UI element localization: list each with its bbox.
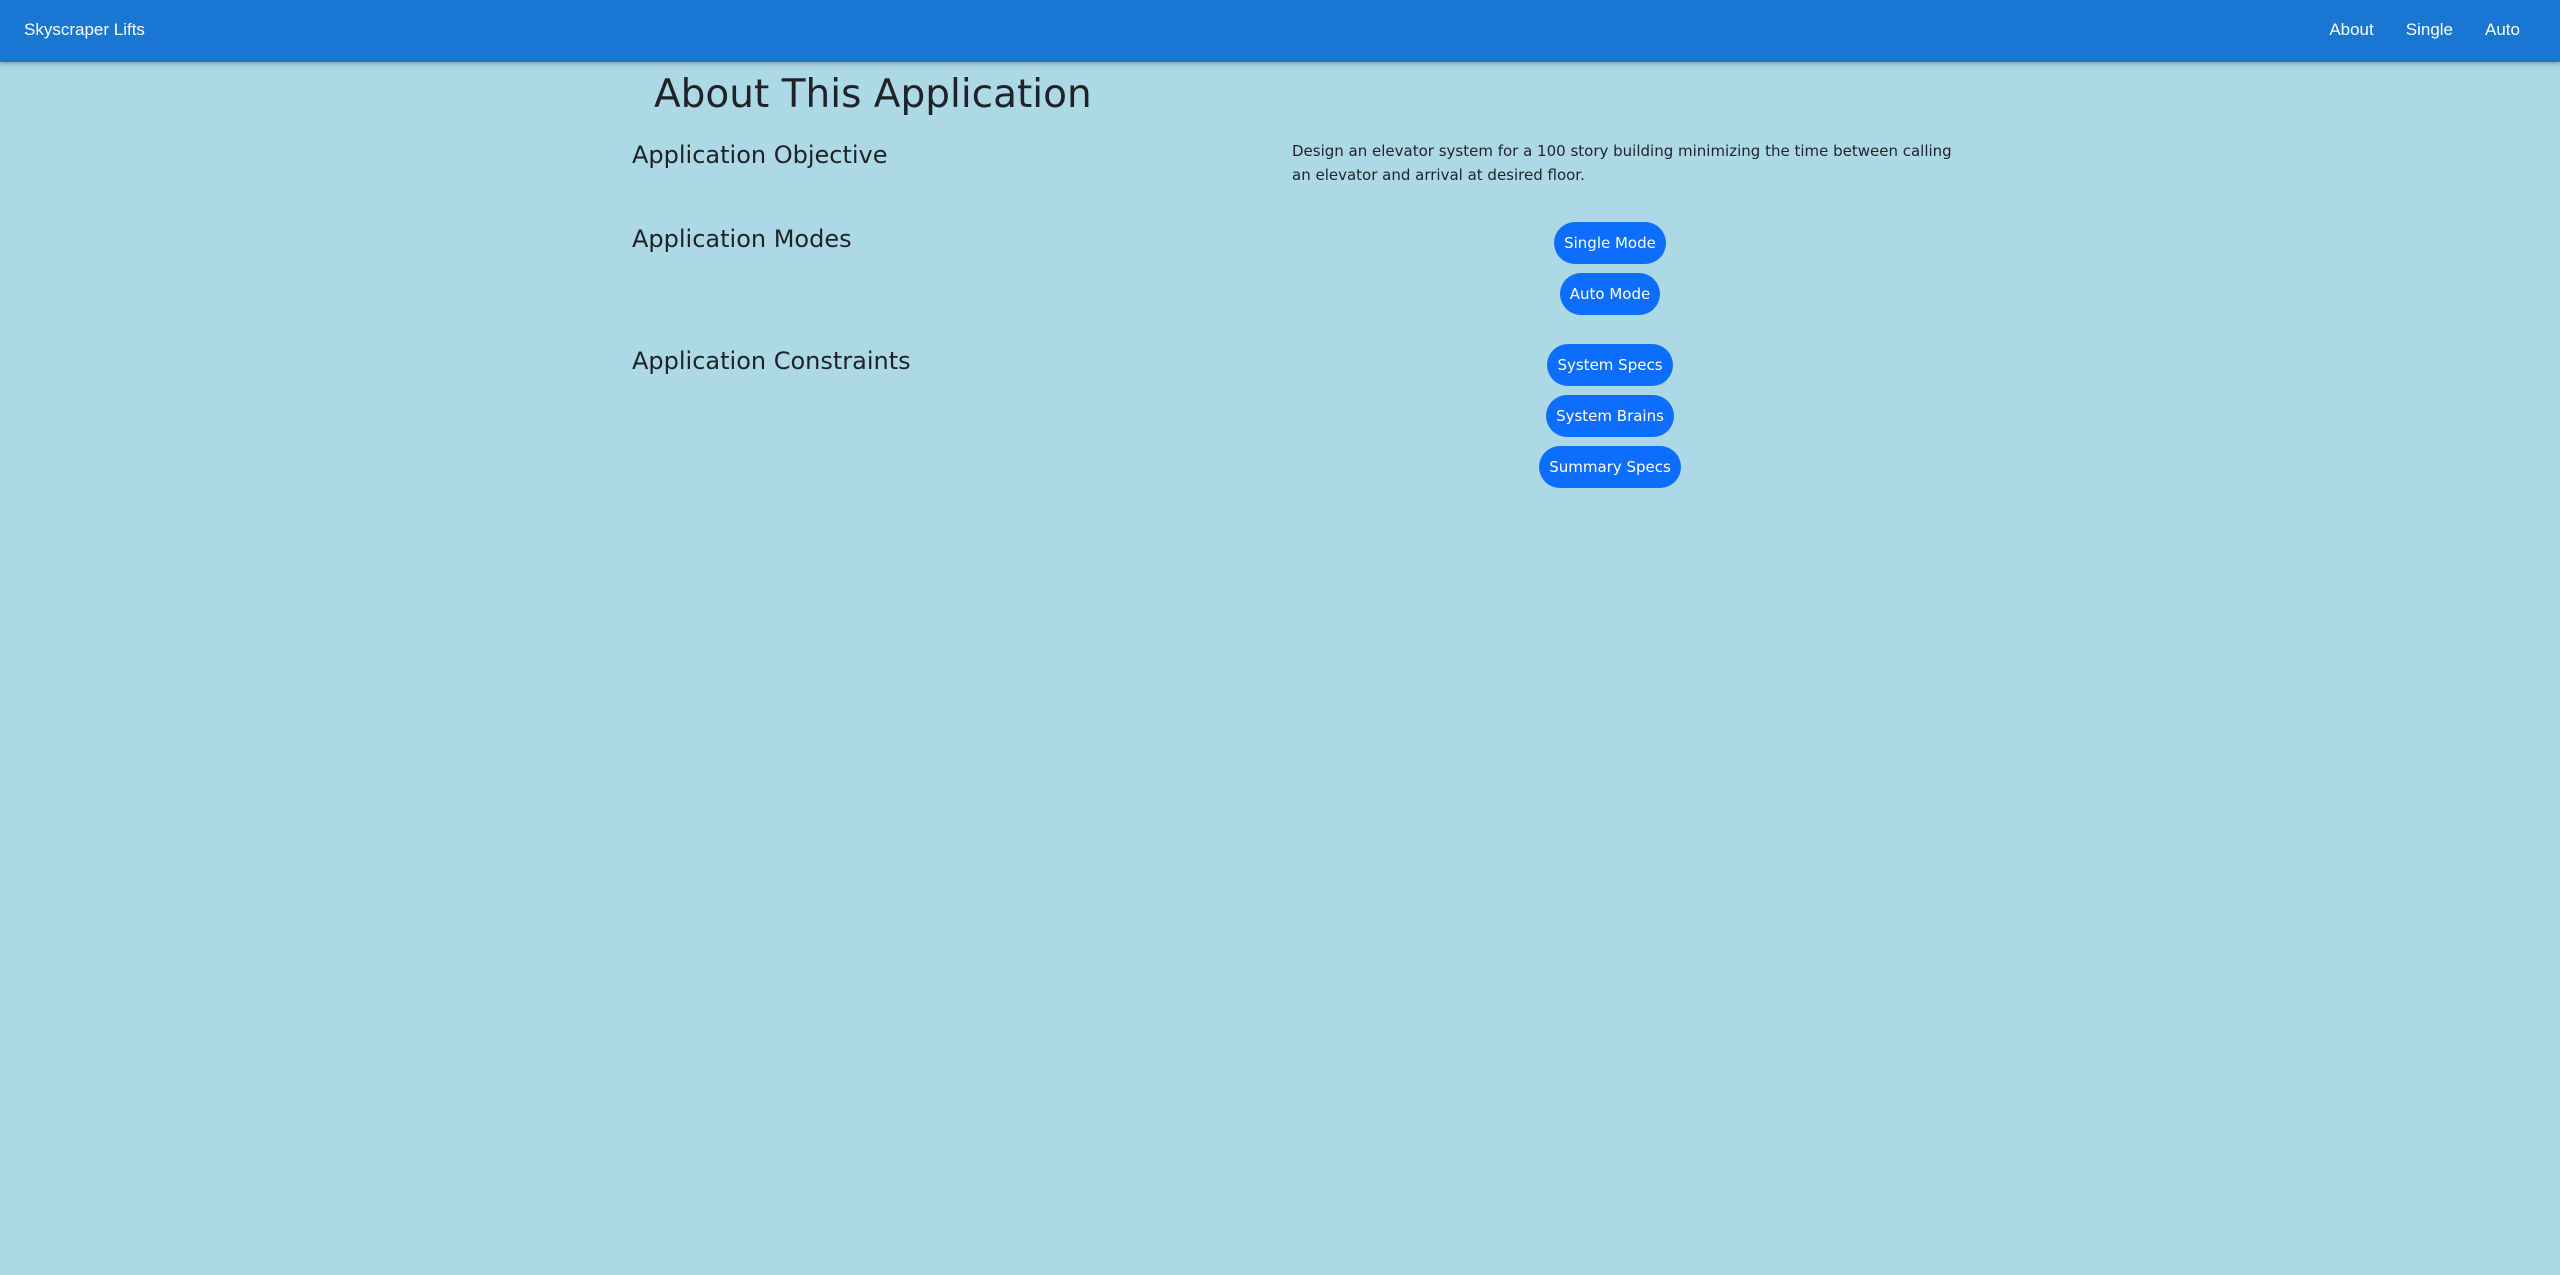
modes-heading: Application Modes: [632, 225, 852, 253]
top-navbar: Skyscraper Lifts About Single Auto: [0, 0, 2560, 62]
nav-link-single[interactable]: Single: [2406, 0, 2453, 60]
system-specs-button[interactable]: System Specs: [1547, 344, 1673, 386]
nav-link-about[interactable]: About: [2329, 0, 2373, 60]
system-brains-button[interactable]: System Brains: [1546, 395, 1674, 437]
summary-specs-button[interactable]: Summary Specs: [1539, 446, 1681, 488]
nav-link-auto[interactable]: Auto: [2485, 0, 2520, 60]
brand-link[interactable]: Skyscraper Lifts: [24, 0, 145, 60]
modes-button-group: Single Mode Auto Mode: [1390, 222, 1830, 324]
nav-links: About Single Auto: [2329, 0, 2520, 60]
page-title: About This Application: [654, 72, 1092, 117]
single-mode-button[interactable]: Single Mode: [1554, 222, 1666, 264]
objective-heading: Application Objective: [632, 141, 888, 169]
auto-mode-button[interactable]: Auto Mode: [1559, 273, 1661, 315]
constraints-heading: Application Constraints: [632, 347, 911, 375]
objective-description: Design an elevator system for a 100 stor…: [1292, 142, 1952, 184]
constraints-button-group: System Specs System Brains Summary Specs: [1390, 344, 1830, 497]
